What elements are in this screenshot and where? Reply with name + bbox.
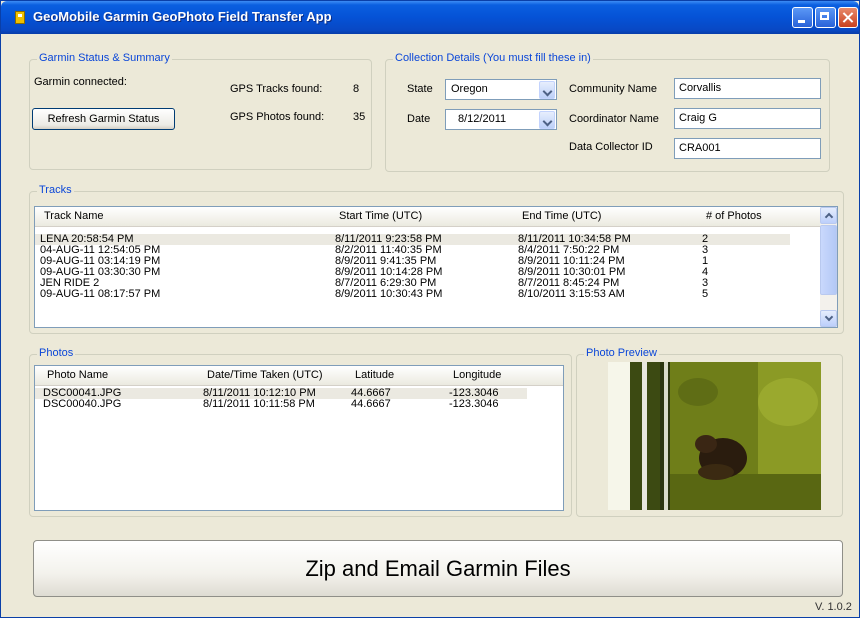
garmin-status-title: Garmin Status & Summary bbox=[37, 52, 172, 64]
community-name-input[interactable]: Corvallis bbox=[674, 78, 821, 99]
column-header[interactable]: End Time (UTC) bbox=[522, 210, 601, 222]
tracks-title: Tracks bbox=[37, 184, 74, 196]
zip-email-button[interactable]: Zip and Email Garmin Files bbox=[33, 540, 843, 597]
tracks-list[interactable]: Track Name Start Time (UTC) End Time (UT… bbox=[34, 206, 838, 328]
title-bar[interactable]: GeoMobile Garmin GeoPhoto Field Transfer… bbox=[1, 1, 859, 34]
close-icon[interactable] bbox=[838, 7, 858, 28]
scroll-up-icon[interactable] bbox=[820, 207, 837, 224]
coordinator-name-label: Coordinator Name bbox=[569, 113, 659, 125]
column-header[interactable]: Date/Time Taken (UTC) bbox=[207, 369, 323, 381]
gps-tracks-label: GPS Tracks found: bbox=[230, 83, 323, 95]
table-cell: 8/9/2011 10:30:43 PM bbox=[335, 288, 443, 300]
column-header[interactable]: Latitude bbox=[355, 369, 394, 381]
app-icon bbox=[15, 11, 25, 24]
photos-header: Photo Name Date/Time Taken (UTC) Latitud… bbox=[35, 366, 563, 386]
tracks-scrollbar[interactable] bbox=[820, 207, 837, 327]
collection-details-title: Collection Details (You must fill these … bbox=[393, 52, 593, 64]
table-cell: 09-AUG-11 08:17:57 PM bbox=[40, 288, 161, 300]
photo-preview-image bbox=[608, 362, 821, 510]
column-header[interactable]: Longitude bbox=[453, 369, 501, 381]
maximize-icon[interactable] bbox=[815, 7, 836, 28]
minimize-icon[interactable] bbox=[792, 7, 813, 28]
photos-title: Photos bbox=[37, 347, 76, 359]
column-header[interactable]: Track Name bbox=[44, 210, 104, 222]
date-picker[interactable]: 8/12/2011 bbox=[445, 109, 557, 130]
column-header[interactable]: Photo Name bbox=[47, 369, 108, 381]
table-row[interactable]: 09-AUG-11 08:17:57 PM 8/9/2011 10:30:43 P… bbox=[35, 289, 790, 300]
scroll-down-icon[interactable] bbox=[820, 310, 837, 327]
data-collector-id-label: Data Collector ID bbox=[569, 141, 653, 153]
column-header[interactable]: # of Photos bbox=[706, 210, 762, 222]
app-window: GeoMobile Garmin GeoPhoto Field Transfer… bbox=[0, 0, 860, 618]
coordinator-name-input[interactable]: Craig G bbox=[674, 108, 821, 129]
data-collector-id-input[interactable]: CRA001 bbox=[674, 138, 821, 159]
table-cell: -123.3046 bbox=[449, 398, 499, 410]
photo-preview-title: Photo Preview bbox=[584, 347, 659, 359]
table-cell: 8/10/2011 3:15:53 AM bbox=[518, 288, 625, 300]
refresh-garmin-button[interactable]: Refresh Garmin Status bbox=[32, 108, 175, 130]
chevron-down-icon[interactable] bbox=[539, 81, 555, 99]
scroll-thumb[interactable] bbox=[820, 225, 837, 295]
state-label: State bbox=[407, 83, 433, 95]
column-header[interactable]: Start Time (UTC) bbox=[339, 210, 422, 222]
garmin-connected-label: Garmin connected: bbox=[34, 76, 127, 88]
version-label: V. 1.0.2 bbox=[815, 601, 852, 613]
table-cell: 5 bbox=[702, 288, 709, 300]
photo-preview-picture bbox=[608, 362, 821, 510]
table-cell: DSC00040.JPG bbox=[43, 398, 122, 410]
gps-photos-count: 35 bbox=[353, 111, 366, 123]
chevron-down-icon[interactable] bbox=[539, 111, 555, 129]
date-value: 8/12/2011 bbox=[458, 113, 507, 125]
state-select[interactable]: Oregon bbox=[445, 79, 557, 100]
table-row[interactable]: DSC00040.JPG 8/11/2011 10:11:58 PM 44.6667… bbox=[35, 399, 527, 410]
gps-tracks-count: 8 bbox=[353, 83, 360, 95]
gps-photos-label: GPS Photos found: bbox=[230, 111, 325, 123]
window-title: GeoMobile Garmin GeoPhoto Field Transfer… bbox=[33, 9, 332, 24]
photos-list[interactable]: Photo Name Date/Time Taken (UTC) Latitud… bbox=[34, 365, 564, 511]
date-label: Date bbox=[407, 113, 431, 125]
community-name-label: Community Name bbox=[569, 83, 658, 95]
tracks-header: Track Name Start Time (UTC) End Time (UT… bbox=[35, 207, 822, 227]
table-cell: 44.6667 bbox=[351, 398, 391, 410]
state-value: Oregon bbox=[451, 83, 488, 95]
table-cell: 8/11/2011 10:11:58 PM bbox=[203, 398, 315, 410]
